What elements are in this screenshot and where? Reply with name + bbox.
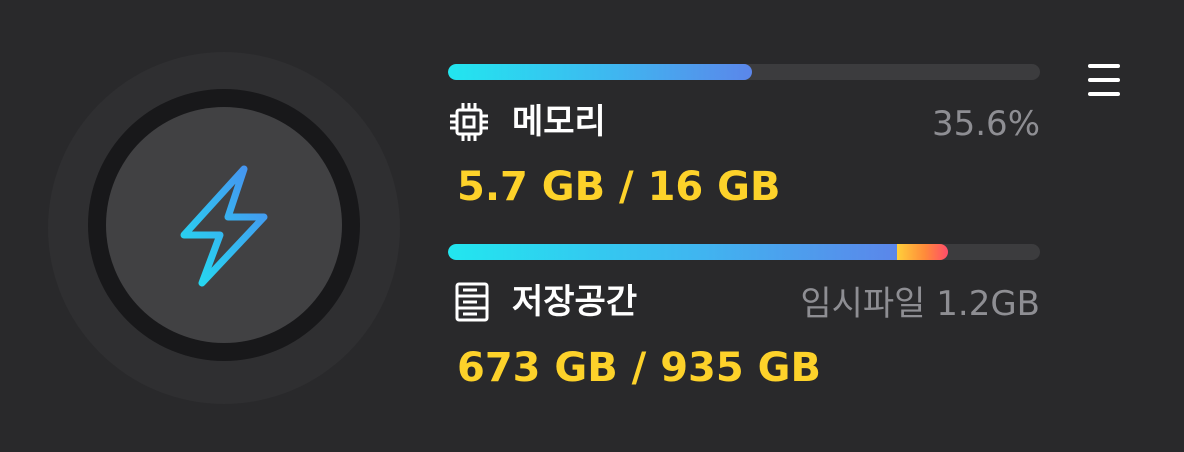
- storage-server-icon: [455, 282, 489, 322]
- chip-icon: [450, 103, 488, 141]
- memory-percent: 35.6%: [931, 104, 1040, 144]
- storage-used-fill: [448, 244, 897, 260]
- menu-line: [1088, 78, 1120, 82]
- memory-usage-value: 5.7 GB / 16 GB: [457, 164, 781, 210]
- memory-usage-bar: [448, 64, 1040, 80]
- storage-temp-files: 임시파일 1.2GB: [800, 284, 1040, 324]
- storage-title: 저장공간: [512, 282, 638, 322]
- menu-line: [1088, 64, 1120, 68]
- storage-usage-bar: [448, 244, 1040, 260]
- system-status-widget: 메모리 35.6% 5.7 GB / 16 GB 저장공간 임시파일 1.2GB…: [0, 0, 1184, 452]
- storage-temp-fill: [897, 244, 948, 260]
- lightning-bolt-icon[interactable]: [178, 163, 270, 289]
- menu-line: [1088, 92, 1120, 96]
- memory-title: 메모리: [512, 102, 606, 142]
- hamburger-menu-icon[interactable]: [1082, 58, 1126, 102]
- storage-usage-value: 673 GB / 935 GB: [457, 345, 821, 391]
- memory-usage-fill: [448, 64, 752, 80]
